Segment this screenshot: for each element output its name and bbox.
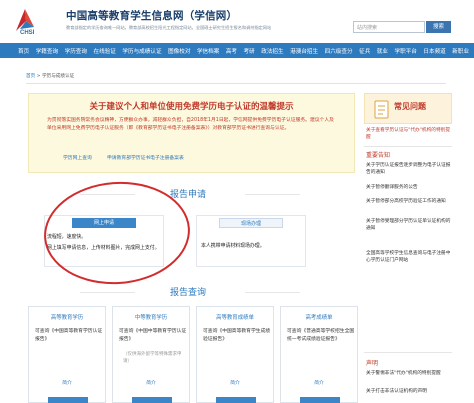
card-desc: 可查询《中国中等教育学历认证报告》 <box>119 329 187 342</box>
card-query-button[interactable] <box>216 397 256 403</box>
card-desc: 可查询《普通高等学校招生全国统一考试成绩验证报告》 <box>287 329 355 342</box>
document-icon <box>374 100 389 119</box>
logo-text: CHSI <box>20 30 35 36</box>
notice-title: 关于建议个人和单位使用免费学历电子认证的温馨提示 <box>89 102 294 112</box>
breadcrumb-home[interactable]: 首页 <box>26 74 35 79</box>
main-nav: 首页 学籍查询 学历查询 在线验证 学历与成绩认证 图像校对 学信档案 高考 考… <box>0 43 474 58</box>
nav-item-degree-query[interactable]: 学历查询 <box>65 47 87 55</box>
card-title: 高等教育成绩单 <box>216 315 254 321</box>
notice-link-apply[interactable]: 申请教育部学历证书电子注册备案表 <box>107 154 184 161</box>
nav-item-military[interactable]: 征兵 <box>359 47 370 55</box>
sidebar-notice-link[interactable]: 关于暂停翻译服务的公告 <box>366 184 452 191</box>
free-certification-notice: 关于建议个人和单位使用免费学历电子认证的温馨提示 为贯彻落实国务院常务会议精神，… <box>28 93 355 173</box>
card-intro-link[interactable]: 简介 <box>29 379 105 386</box>
nav-item-gaokao[interactable]: 高考 <box>226 47 237 55</box>
nav-item-new-career[interactable]: 新职业 <box>452 47 469 55</box>
notice-link-query[interactable]: 学历网上查询 <box>63 154 92 161</box>
query-card-secondary-edu[interactable]: 中等教育学历 可查询《中国中等教育学历认证报告》 （仅供海外留学等特殊需求申请）… <box>112 306 190 403</box>
divider <box>364 352 452 353</box>
nav-item-kaoyan[interactable]: 考研 <box>244 47 255 55</box>
breadcrumb-separator: > <box>36 74 41 79</box>
statement-heading: 声明 <box>366 360 379 367</box>
card-title: 高考成绩单 <box>305 315 333 321</box>
nav-item-photo-check[interactable]: 图像校对 <box>168 47 190 55</box>
nav-item-home[interactable]: 首页 <box>18 47 29 55</box>
sidebar-statement-link[interactable]: 关于警惕非法"代办"机构的特别提醒 <box>366 370 452 377</box>
report-query-title: 报告查询 <box>170 288 207 298</box>
sidebar-statement-link[interactable]: 关于打击非法认证机构的声明 <box>366 388 452 395</box>
site-subtitle: 教育部指定的学历查询唯一网站，教育部高校招生阳光工程指定网站，全国硕士研究生招生… <box>66 25 272 30</box>
sidebar-notice-link[interactable]: 关于暂停受理部分学历认证单认证机构的通知 <box>366 218 452 233</box>
nav-item-law[interactable]: 政法招生 <box>261 47 283 55</box>
breadcrumb-current: 学历与成绩认证 <box>42 74 75 79</box>
card-intro-link[interactable]: 简介 <box>281 379 357 386</box>
card-query-button[interactable] <box>48 397 88 403</box>
nav-item-enrollment[interactable]: 学籍查询 <box>36 47 58 55</box>
card-title: 中等教育学历 <box>134 315 168 321</box>
card-desc: 可查询《中国高等教育学历认证报告》 <box>35 329 103 342</box>
nav-item-career[interactable]: 学职平台 <box>395 47 417 55</box>
onsite-apply-desc: 本人携带申请材料现场办理。 <box>201 243 265 249</box>
site-header: CHSI 中国高等教育学生信息网（学信网） 教育部指定的学历查询唯一网站，教育部… <box>0 0 474 41</box>
report-apply-title: 报告申请 <box>170 190 207 200</box>
card-note: （仅供海外留学等特殊需求申请） <box>123 352 182 364</box>
search-input[interactable]: 站内搜索 <box>353 21 425 33</box>
divider <box>80 292 135 293</box>
search-button[interactable]: 搜索 <box>426 21 451 33</box>
card-desc: 可查询《中国高等教育学生成绩验证报告》 <box>203 329 271 342</box>
faq-banner[interactable]: 常见问题 <box>364 93 452 124</box>
site-title[interactable]: 中国高等教育学生信息网（学信网） <box>66 8 237 23</box>
nav-item-online-verify[interactable]: 在线验证 <box>93 47 115 55</box>
important-notice-heading: 重要告知 <box>366 152 391 159</box>
query-card-higher-edu-transcript[interactable]: 高等教育成绩单 可查询《中国高等教育学生成绩验证报告》 简介 <box>196 306 274 403</box>
onsite-apply-box[interactable]: 现场办理 本人携带申请材料现场办理。 <box>196 215 306 267</box>
nav-item-hmt[interactable]: 港澳台招生 <box>290 47 318 55</box>
divider <box>245 292 300 293</box>
breadcrumb: 首页 > 学历与成绩认证 <box>26 73 446 84</box>
divider <box>364 146 452 147</box>
card-query-button[interactable] <box>132 397 172 403</box>
query-card-gaokao-transcript[interactable]: 高考成绩单 可查询《普通高等学校招生全国统一考试成绩验证报告》 简介 <box>280 306 358 403</box>
divider <box>245 194 300 195</box>
nav-item-certification[interactable]: 学历与成绩认证 <box>122 47 161 55</box>
nav-item-archive[interactable]: 学信档案 <box>197 47 219 55</box>
card-intro-link[interactable]: 简介 <box>113 379 189 386</box>
nav-item-jobs[interactable]: 就业 <box>377 47 388 55</box>
faq-title: 常见问题 <box>394 102 426 111</box>
sidebar-notice-link[interactable]: 全国高等学校学生信息查询与电子注册中心学历认证门户网站 <box>366 250 452 265</box>
card-intro-link[interactable]: 简介 <box>197 379 273 386</box>
faq-link[interactable]: 关于查看学历认证与"代办"机构的特别提醒 <box>366 127 452 142</box>
notice-body: 为贯彻落实国务院常务会议精神，方便群众办事，减轻群众负担，自2018年1月1日起… <box>47 118 334 131</box>
nav-item-japan[interactable]: 日本频道 <box>423 47 445 55</box>
nav-item-cet[interactable]: 四六级查分 <box>325 47 353 55</box>
sidebar-notice-link[interactable]: 关于暂停部分高校学历验证工作的通知 <box>366 198 452 205</box>
onsite-apply-button[interactable]: 现场办理 <box>219 218 283 228</box>
card-title: 高等教育学历 <box>50 315 84 321</box>
card-query-button[interactable] <box>300 397 340 403</box>
sidebar-notice-link[interactable]: 关于学历认证报告逐步调整为电子认证报告的通知 <box>366 162 452 177</box>
query-card-higher-edu[interactable]: 高等教育学历 可查询《中国高等教育学历认证报告》 简介 <box>28 306 106 403</box>
